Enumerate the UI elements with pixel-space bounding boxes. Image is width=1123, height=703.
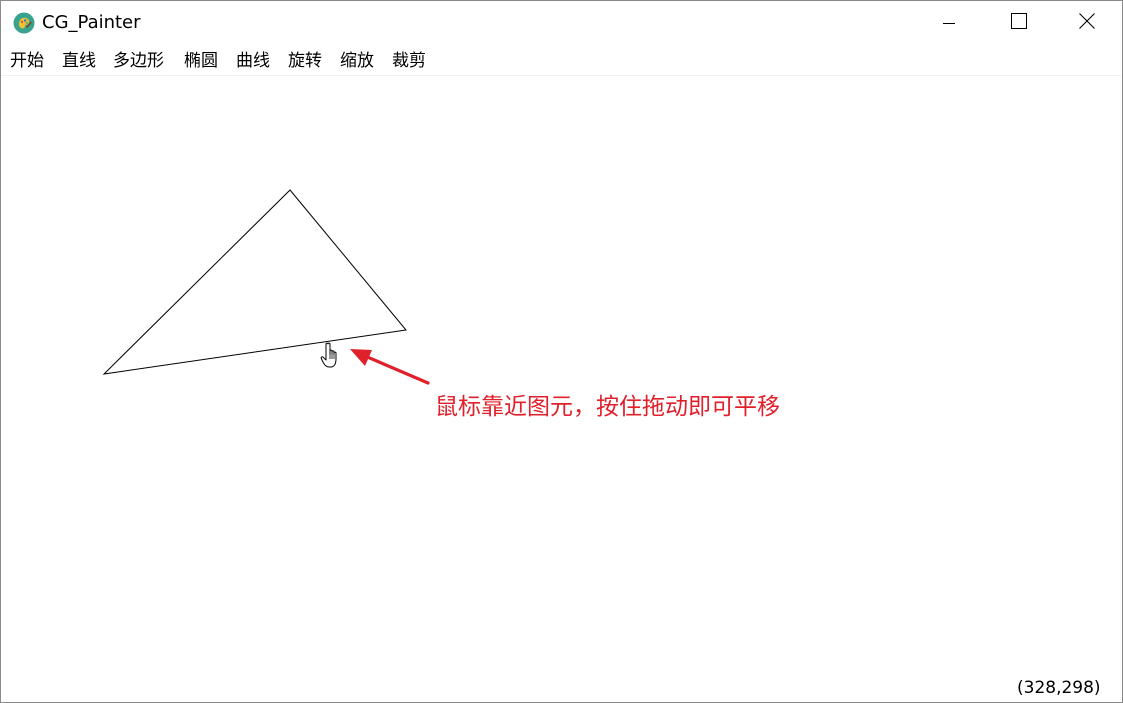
menu-item-start[interactable]: 开始 [10, 50, 44, 72]
menu-item-clip[interactable]: 裁剪 [392, 50, 426, 72]
menu-item-curve[interactable]: 曲线 [236, 50, 270, 72]
title-bar[interactable]: CG_Painter [1, 1, 1122, 45]
maximize-icon [1011, 13, 1027, 33]
cursor-coordinates: (328,298) [1017, 678, 1101, 698]
menu-item-rotate[interactable]: 旋转 [288, 50, 322, 72]
annotation-text: 鼠标靠近图元，按住拖动即可平移 [435, 394, 780, 420]
close-button[interactable] [1052, 1, 1122, 45]
menu-item-ellipse[interactable]: 椭圆 [184, 50, 218, 72]
menu-item-line[interactable]: 直线 [62, 50, 96, 72]
app-window: CG_Painter 开始 直线 多边形 椭圆 曲线 旋转 缩放 裁剪 鼠标靠近… [0, 0, 1123, 703]
canvas-drawing [102, 189, 430, 385]
menu-item-polygon[interactable]: 多边形 [113, 50, 164, 72]
minimize-icon [943, 14, 955, 33]
triangle-shape[interactable] [102, 189, 407, 375]
annotation-arrow [350, 349, 430, 385]
minimize-button[interactable] [914, 1, 984, 45]
window-title: CG_Painter [42, 12, 141, 33]
menu-item-scale[interactable]: 缩放 [340, 50, 374, 72]
palette-icon [13, 12, 35, 34]
close-icon [1079, 13, 1095, 33]
hand-pointer-icon [320, 342, 337, 368]
maximize-button[interactable] [984, 1, 1054, 45]
drawing-canvas[interactable]: 鼠标靠近图元，按住拖动即可平移 (328,298) [1, 76, 1122, 702]
menu-bar: 开始 直线 多边形 椭圆 曲线 旋转 缩放 裁剪 [1, 45, 1122, 75]
